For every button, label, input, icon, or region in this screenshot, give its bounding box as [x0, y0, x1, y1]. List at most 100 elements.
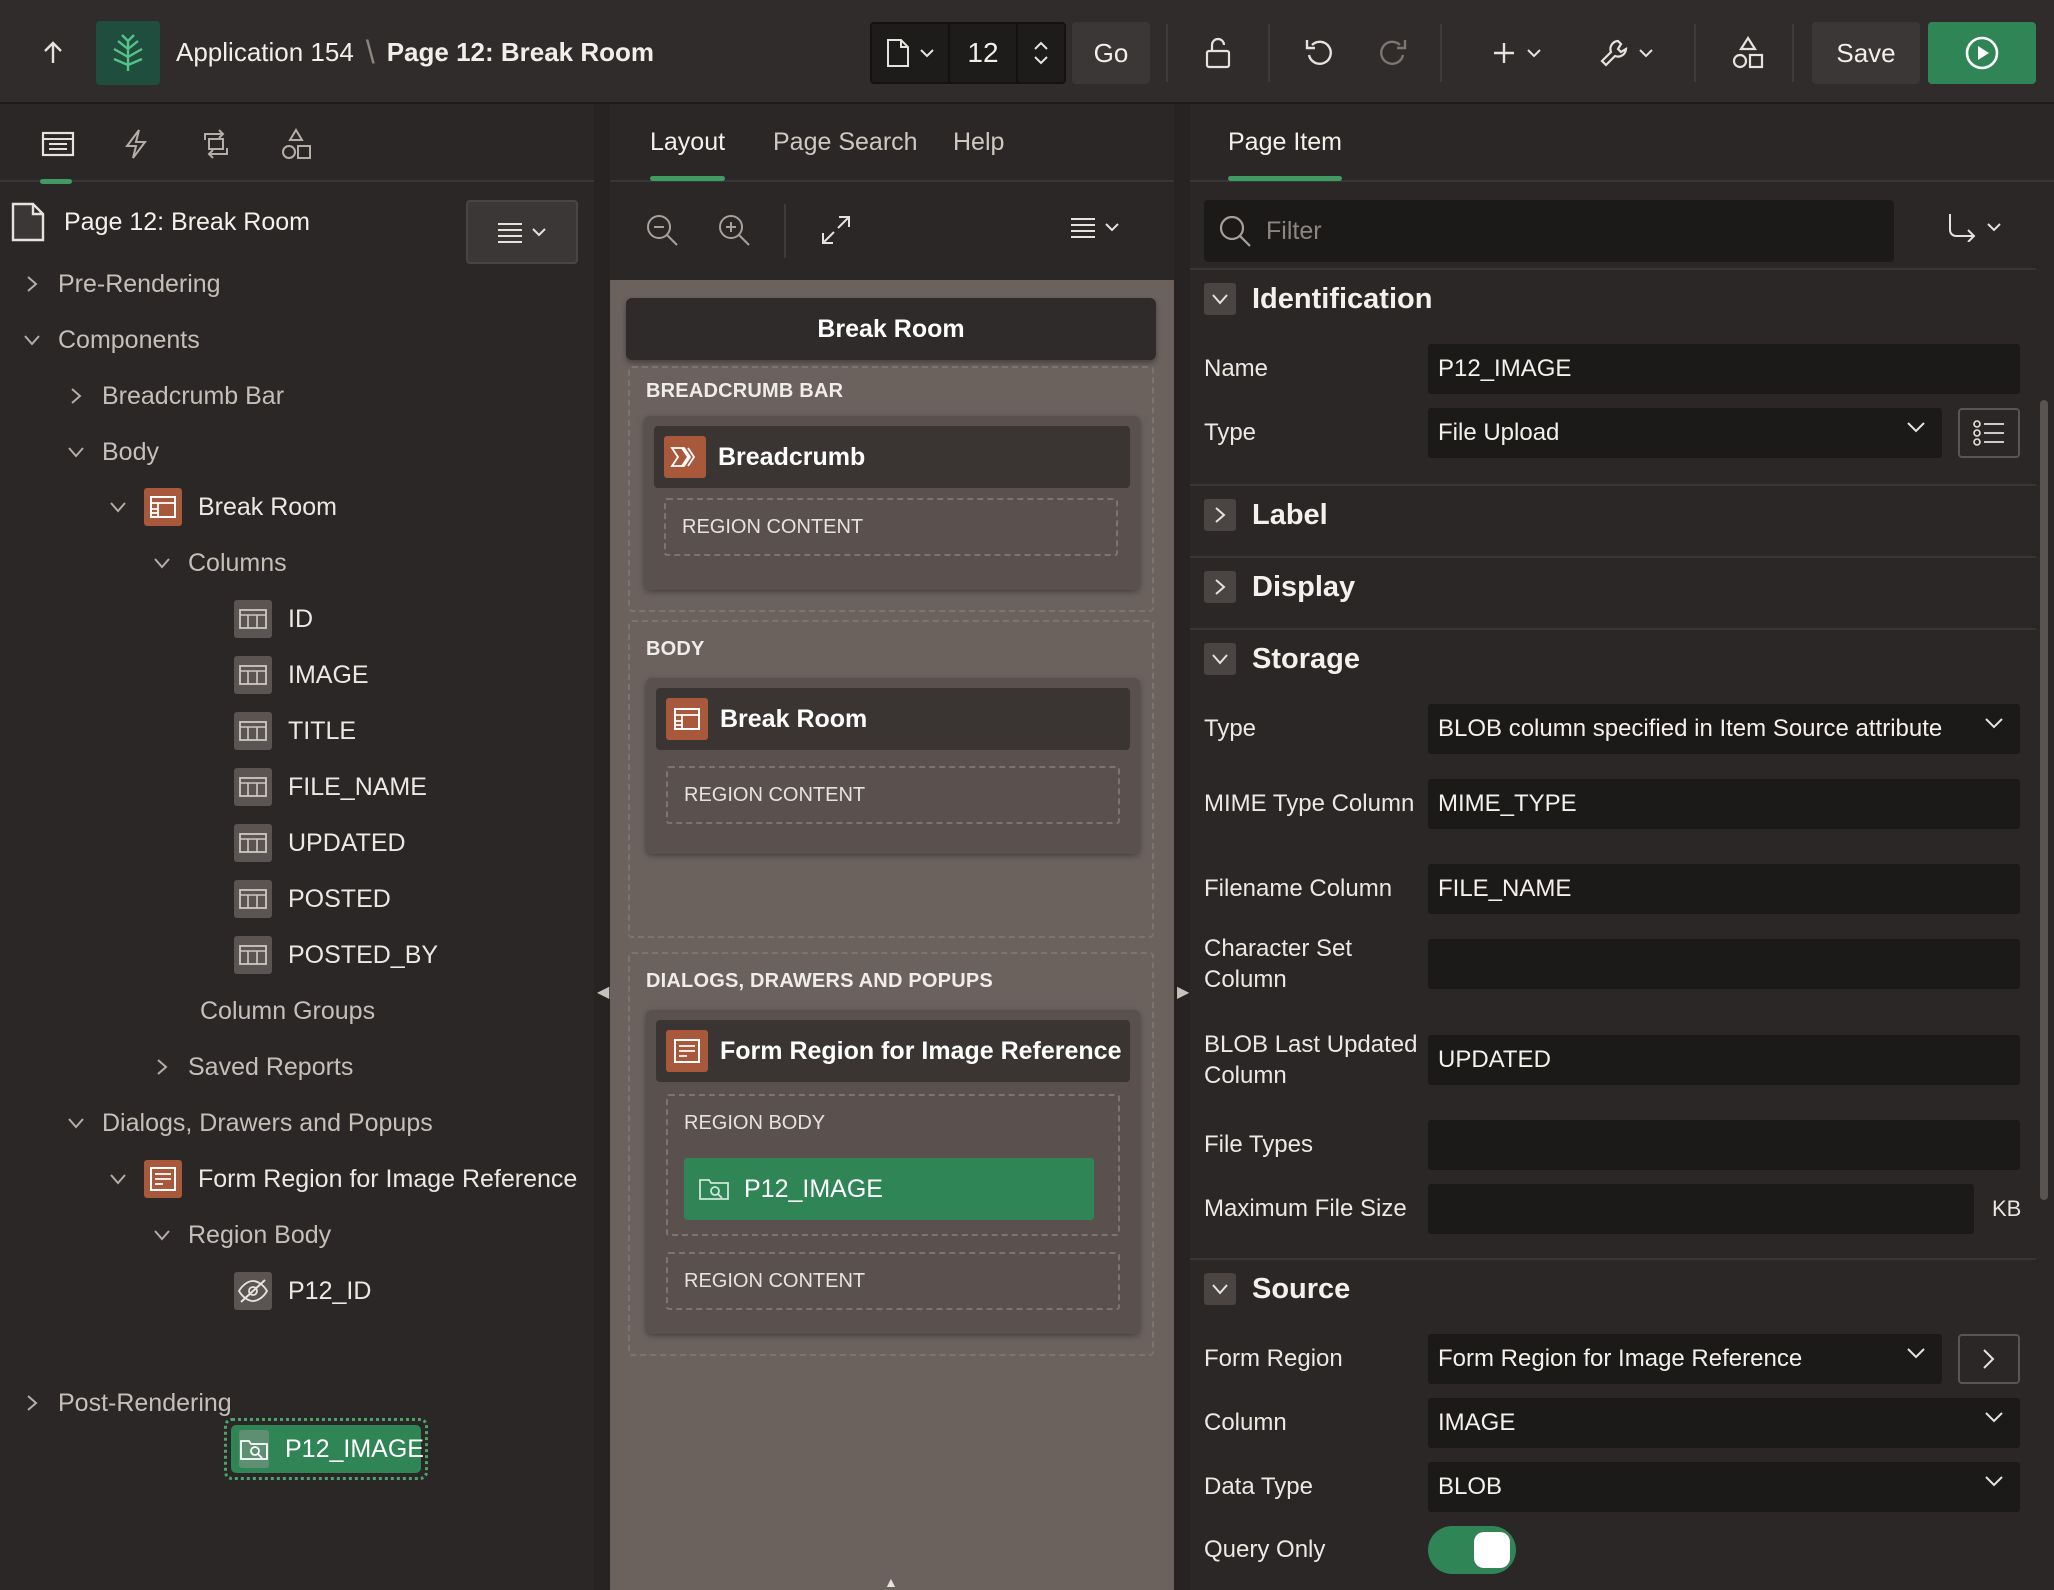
collapse-right-icon[interactable]: ▶ [1177, 982, 1189, 1002]
query-only-toggle[interactable] [1428, 1526, 1516, 1574]
chevron-down-icon[interactable] [1033, 55, 1049, 65]
region-content-slot[interactable]: REGION CONTENT [666, 766, 1120, 824]
tab-page-item[interactable]: Page Item [1228, 128, 1342, 181]
tree-root-page[interactable]: Page 12: Break Room [10, 202, 310, 242]
right-splitter[interactable]: ▶ [1174, 104, 1190, 1590]
type-list-button[interactable] [1958, 408, 2020, 458]
tree-node-p12-id[interactable]: P12_ID [234, 1271, 371, 1311]
tree-node-column-groups[interactable]: Column Groups [200, 991, 375, 1031]
form-region-select[interactable]: Form Region for Image Reference [1428, 1334, 1942, 1384]
tree-node-pre-rendering[interactable]: Pre-Rendering [22, 264, 221, 304]
tree-node-column[interactable]: UPDATED [234, 823, 406, 863]
page-number-stepper[interactable] [1016, 24, 1064, 82]
region-break-room[interactable]: Break Room REGION CONTENT [646, 678, 1140, 854]
page-number-input[interactable]: 12 [950, 37, 1016, 69]
tab-page-search[interactable]: Page Search [773, 128, 918, 157]
file-types-field[interactable] [1428, 1120, 2020, 1170]
storage-type-select[interactable]: BLOB column specified in Item Source att… [1428, 704, 2020, 754]
section-label[interactable]: Label [1190, 484, 2036, 544]
position-breadcrumb-bar[interactable]: BREADCRUMB BAR Breadcrumb REGION CONTENT [628, 366, 1154, 612]
tree-node-post-rendering[interactable]: Post-Rendering [22, 1383, 232, 1423]
go-to-group-button[interactable] [1946, 212, 2002, 242]
utilities-menu-button[interactable] [1586, 25, 1666, 81]
save-button[interactable]: Save [1812, 22, 1920, 84]
name-field[interactable]: P12_IMAGE [1428, 344, 2020, 394]
layout-item-p12-image[interactable]: P12_IMAGE [684, 1158, 1094, 1220]
chevron-down-icon[interactable] [1204, 643, 1236, 675]
chevron-right-icon[interactable] [22, 1394, 42, 1412]
chevron-right-icon[interactable] [66, 387, 86, 405]
shared-components-icon[interactable] [1720, 25, 1776, 81]
tree-node-break-room[interactable]: Break Room [108, 487, 337, 527]
go-to-form-region-button[interactable] [1958, 1334, 2020, 1384]
tree-node-column[interactable]: POSTED [234, 879, 391, 919]
property-filter-input[interactable]: Filter [1204, 200, 1894, 262]
type-select[interactable]: File Upload [1428, 408, 1942, 458]
section-identification[interactable]: Identification [1190, 268, 2036, 328]
redo-icon[interactable] [1364, 25, 1420, 81]
left-splitter[interactable]: ◀ [594, 104, 610, 1590]
max-file-size-field[interactable] [1428, 1184, 1974, 1234]
section-source[interactable]: Source [1190, 1258, 2036, 1318]
tree-node-components[interactable]: Components [22, 320, 200, 360]
chevron-down-icon[interactable] [152, 1229, 172, 1241]
scrollbar-thumb[interactable] [2040, 400, 2048, 1200]
tab-processing[interactable] [192, 120, 240, 168]
collapse-left-icon[interactable]: ◀ [597, 982, 609, 1002]
tab-dynamic-actions[interactable] [112, 120, 160, 168]
chevron-down-icon[interactable] [108, 1173, 128, 1185]
filename-field[interactable]: FILE_NAME [1428, 864, 2020, 914]
tree-node-column[interactable]: TITLE [234, 711, 356, 751]
tree-menu-button[interactable] [466, 200, 578, 264]
up-arrow-icon[interactable] [30, 30, 76, 76]
region-form-image-reference[interactable]: Form Region for Image Reference REGION B… [646, 1010, 1140, 1334]
chevron-down-icon[interactable] [1204, 1273, 1236, 1305]
expand-icon[interactable] [820, 214, 852, 253]
region-breadcrumb[interactable]: Breadcrumb REGION CONTENT [644, 416, 1140, 590]
tree-node-column[interactable]: ID [234, 599, 313, 639]
tree-node-column[interactable]: POSTED_BY [234, 935, 438, 975]
chevron-down-icon[interactable] [1204, 283, 1236, 315]
tree-node-dialogs[interactable]: Dialogs, Drawers and Popups [66, 1103, 433, 1143]
tree-node-region-body[interactable]: Region Body [152, 1215, 331, 1255]
chevron-down-icon[interactable] [66, 446, 86, 458]
chevron-up-icon[interactable] [1033, 41, 1049, 51]
zoom-out-icon[interactable] [644, 212, 680, 255]
chevron-down-icon[interactable] [66, 1117, 86, 1129]
chevron-right-icon[interactable] [22, 275, 42, 293]
chevron-right-icon[interactable] [152, 1058, 172, 1076]
tree-node-columns[interactable]: Columns [152, 543, 287, 583]
property-scrollbar[interactable] [2038, 280, 2050, 1590]
region-content-slot[interactable]: REGION CONTENT [664, 498, 1118, 556]
tree-node-saved-reports[interactable]: Saved Reports [152, 1047, 353, 1087]
position-dialogs[interactable]: DIALOGS, DRAWERS AND POPUPS Form Region … [628, 952, 1154, 1356]
create-menu-button[interactable] [1476, 25, 1556, 81]
chevron-down-icon[interactable] [152, 557, 172, 569]
tab-rendering[interactable] [34, 120, 82, 184]
section-display[interactable]: Display [1190, 556, 2036, 616]
chevron-down-icon[interactable] [22, 334, 42, 346]
page-finder-button[interactable] [872, 24, 950, 82]
tree-node-body[interactable]: Body [66, 432, 159, 472]
column-select[interactable]: IMAGE [1428, 1398, 2020, 1448]
section-storage[interactable]: Storage [1190, 628, 2036, 688]
tab-help[interactable]: Help [953, 128, 1004, 157]
unlock-icon[interactable] [1190, 25, 1246, 81]
region-content-slot[interactable]: REGION CONTENT [666, 1252, 1120, 1310]
run-page-button[interactable] [1928, 22, 2036, 84]
chevron-down-icon[interactable] [108, 501, 128, 513]
tab-shared-components[interactable] [272, 120, 320, 168]
app-name-link[interactable]: Application 154 [176, 37, 354, 68]
layout-menu-button[interactable] [1070, 216, 1120, 238]
chevron-right-icon[interactable] [1204, 571, 1236, 603]
blob-last-updated-field[interactable]: UPDATED [1428, 1035, 2020, 1085]
tree-node-form-region[interactable]: Form Region for Image Reference [108, 1159, 577, 1199]
go-button[interactable]: Go [1072, 22, 1150, 84]
app-logo-icon[interactable] [96, 21, 160, 85]
undo-icon[interactable] [1292, 25, 1348, 81]
character-set-field[interactable] [1428, 939, 2020, 989]
data-type-select[interactable]: BLOB [1428, 1462, 2020, 1512]
position-body[interactable]: BODY Break Room REGION CONTENT [628, 620, 1154, 938]
tree-node-column[interactable]: IMAGE [234, 655, 369, 695]
tree-node-breadcrumb-bar[interactable]: Breadcrumb Bar [66, 376, 284, 416]
